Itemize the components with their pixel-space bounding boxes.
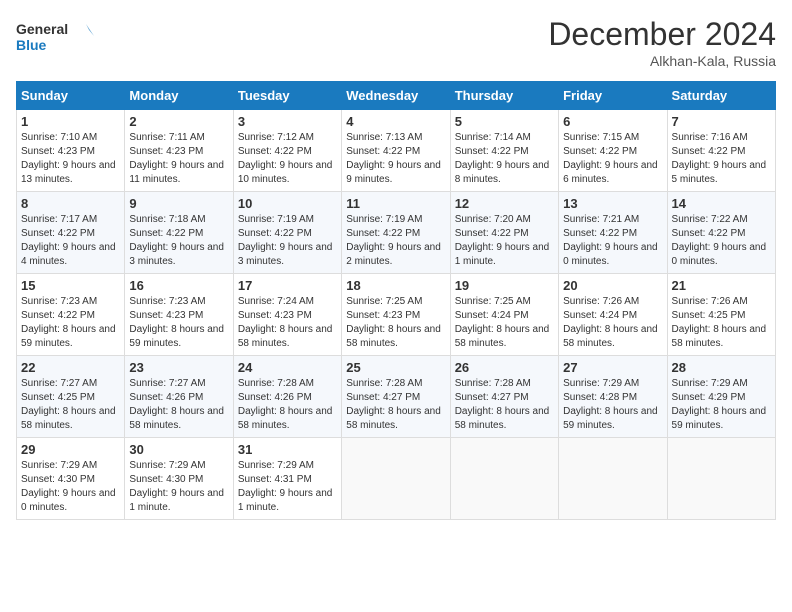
day-header-friday: Friday: [559, 82, 667, 110]
calendar-cell: 13Sunrise: 7:21 AMSunset: 4:22 PMDayligh…: [559, 192, 667, 274]
calendar-cell: 24Sunrise: 7:28 AMSunset: 4:26 PMDayligh…: [233, 356, 341, 438]
page-header: General Blue December 2024 Alkhan-Kala, …: [16, 16, 776, 69]
calendar-cell: 2Sunrise: 7:11 AMSunset: 4:23 PMDaylight…: [125, 110, 233, 192]
calendar-cell: 27Sunrise: 7:29 AMSunset: 4:28 PMDayligh…: [559, 356, 667, 438]
calendar-cell: 10Sunrise: 7:19 AMSunset: 4:22 PMDayligh…: [233, 192, 341, 274]
calendar-cell: 31Sunrise: 7:29 AMSunset: 4:31 PMDayligh…: [233, 438, 341, 520]
calendar-cell: 8Sunrise: 7:17 AMSunset: 4:22 PMDaylight…: [17, 192, 125, 274]
day-header-sunday: Sunday: [17, 82, 125, 110]
calendar-cell: 18Sunrise: 7:25 AMSunset: 4:23 PMDayligh…: [342, 274, 450, 356]
calendar-cell: 16Sunrise: 7:23 AMSunset: 4:23 PMDayligh…: [125, 274, 233, 356]
calendar-cell: 15Sunrise: 7:23 AMSunset: 4:22 PMDayligh…: [17, 274, 125, 356]
calendar-cell: 17Sunrise: 7:24 AMSunset: 4:23 PMDayligh…: [233, 274, 341, 356]
calendar-cell: 6Sunrise: 7:15 AMSunset: 4:22 PMDaylight…: [559, 110, 667, 192]
calendar-cell: 4Sunrise: 7:13 AMSunset: 4:22 PMDaylight…: [342, 110, 450, 192]
location: Alkhan-Kala, Russia: [548, 53, 776, 69]
logo: General Blue: [16, 16, 96, 61]
calendar-cell: 22Sunrise: 7:27 AMSunset: 4:25 PMDayligh…: [17, 356, 125, 438]
calendar-week-3: 15Sunrise: 7:23 AMSunset: 4:22 PMDayligh…: [17, 274, 776, 356]
title-block: December 2024 Alkhan-Kala, Russia: [548, 16, 776, 69]
calendar-cell: 5Sunrise: 7:14 AMSunset: 4:22 PMDaylight…: [450, 110, 558, 192]
calendar-cell: 30Sunrise: 7:29 AMSunset: 4:30 PMDayligh…: [125, 438, 233, 520]
day-header-wednesday: Wednesday: [342, 82, 450, 110]
calendar-cell: 25Sunrise: 7:28 AMSunset: 4:27 PMDayligh…: [342, 356, 450, 438]
day-header-thursday: Thursday: [450, 82, 558, 110]
svg-text:General: General: [16, 21, 68, 37]
calendar-cell: 20Sunrise: 7:26 AMSunset: 4:24 PMDayligh…: [559, 274, 667, 356]
calendar-cell: 29Sunrise: 7:29 AMSunset: 4:30 PMDayligh…: [17, 438, 125, 520]
svg-text:Blue: Blue: [16, 37, 47, 53]
month-title: December 2024: [548, 16, 776, 53]
calendar-week-4: 22Sunrise: 7:27 AMSunset: 4:25 PMDayligh…: [17, 356, 776, 438]
calendar-cell: 1Sunrise: 7:10 AMSunset: 4:23 PMDaylight…: [17, 110, 125, 192]
calendar-cell: 3Sunrise: 7:12 AMSunset: 4:22 PMDaylight…: [233, 110, 341, 192]
day-header-tuesday: Tuesday: [233, 82, 341, 110]
calendar-cell: [667, 438, 775, 520]
calendar-cell: 23Sunrise: 7:27 AMSunset: 4:26 PMDayligh…: [125, 356, 233, 438]
calendar-cell: 9Sunrise: 7:18 AMSunset: 4:22 PMDaylight…: [125, 192, 233, 274]
calendar-cell: 11Sunrise: 7:19 AMSunset: 4:22 PMDayligh…: [342, 192, 450, 274]
calendar-cell: 19Sunrise: 7:25 AMSunset: 4:24 PMDayligh…: [450, 274, 558, 356]
logo-svg: General Blue: [16, 16, 96, 61]
calendar-cell: [450, 438, 558, 520]
calendar-week-5: 29Sunrise: 7:29 AMSunset: 4:30 PMDayligh…: [17, 438, 776, 520]
day-header-monday: Monday: [125, 82, 233, 110]
calendar-week-1: 1Sunrise: 7:10 AMSunset: 4:23 PMDaylight…: [17, 110, 776, 192]
calendar-header: SundayMondayTuesdayWednesdayThursdayFrid…: [17, 82, 776, 110]
calendar-cell: [559, 438, 667, 520]
calendar-cell: 28Sunrise: 7:29 AMSunset: 4:29 PMDayligh…: [667, 356, 775, 438]
day-header-saturday: Saturday: [667, 82, 775, 110]
calendar-cell: 7Sunrise: 7:16 AMSunset: 4:22 PMDaylight…: [667, 110, 775, 192]
calendar-cell: 14Sunrise: 7:22 AMSunset: 4:22 PMDayligh…: [667, 192, 775, 274]
calendar-table: SundayMondayTuesdayWednesdayThursdayFrid…: [16, 81, 776, 520]
calendar-cell: 12Sunrise: 7:20 AMSunset: 4:22 PMDayligh…: [450, 192, 558, 274]
calendar-week-2: 8Sunrise: 7:17 AMSunset: 4:22 PMDaylight…: [17, 192, 776, 274]
calendar-cell: 26Sunrise: 7:28 AMSunset: 4:27 PMDayligh…: [450, 356, 558, 438]
calendar-cell: [342, 438, 450, 520]
calendar-cell: 21Sunrise: 7:26 AMSunset: 4:25 PMDayligh…: [667, 274, 775, 356]
